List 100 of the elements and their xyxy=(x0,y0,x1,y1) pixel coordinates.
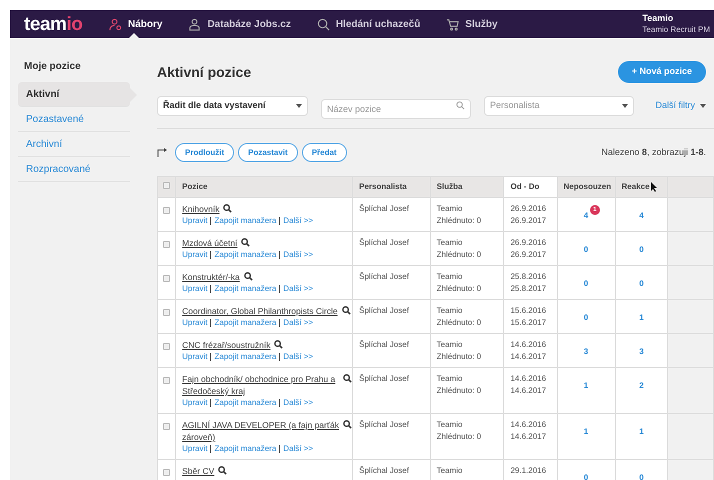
row-action-link[interactable]: Další >> xyxy=(283,283,314,295)
row-action-link[interactable]: Další >> xyxy=(283,215,314,227)
checkbox[interactable] xyxy=(163,469,170,476)
reactions-count[interactable]: 1 xyxy=(639,313,644,322)
row-action-link[interactable]: Upravit xyxy=(182,215,208,227)
more-filters-link[interactable]: Další filtry xyxy=(655,99,706,113)
row-action-link[interactable]: Další >> xyxy=(283,351,314,363)
reactions-count[interactable]: 0 xyxy=(639,279,644,288)
unreviewed-count[interactable]: 0 xyxy=(584,473,588,480)
views-count: Zhlédnuto: 0 xyxy=(436,283,482,295)
unreviewed-count[interactable]: 0 xyxy=(584,313,588,322)
checkbox[interactable] xyxy=(163,241,170,248)
service-name: Teamio xyxy=(436,373,464,385)
recruiter-select[interactable]: Personalista xyxy=(484,96,634,116)
reactions-count[interactable]: 0 xyxy=(639,473,644,480)
position-link[interactable]: Konstruktér/-ka xyxy=(182,271,240,283)
row-action-link[interactable]: Upravit xyxy=(182,351,208,363)
checkbox[interactable] xyxy=(163,182,170,189)
arrow-icon xyxy=(157,148,168,157)
row-action-link[interactable]: Další >> xyxy=(283,397,314,409)
unreviewed-count[interactable]: 0 xyxy=(584,245,588,254)
row-action-link[interactable]: Upravit xyxy=(182,249,208,261)
row-action-link[interactable]: Zapojit manažera xyxy=(214,283,276,295)
user-name: Teamio xyxy=(642,13,674,25)
end-date: 14.6.2017 xyxy=(510,431,548,443)
nav-tab[interactable]: Databáze Jobs.cz xyxy=(188,10,291,38)
cursor-icon xyxy=(650,182,658,192)
row-action-link[interactable]: Upravit xyxy=(182,283,208,295)
unreviewed-count[interactable]: 3 xyxy=(584,347,588,356)
unreviewed-count[interactable]: 4 xyxy=(584,211,588,220)
column-header[interactable]: Personalista xyxy=(352,176,430,198)
column-header[interactable]: Neposouzen xyxy=(557,176,616,198)
start-date: 14.6.2016 xyxy=(510,339,548,351)
position-link[interactable]: Sběr CV xyxy=(182,465,214,477)
row-action-link[interactable]: Další >> xyxy=(283,317,314,329)
position-link[interactable]: AGILNÍ JAVA DEVELOPER (a fajn parťák zároveň) xyxy=(182,419,340,443)
service-name: Teamio xyxy=(436,305,464,317)
row-action-link[interactable]: Upravit xyxy=(182,317,208,329)
checkbox[interactable] xyxy=(163,343,170,350)
column-header[interactable]: Od - Do xyxy=(504,176,558,198)
row-action-link[interactable]: Upravit xyxy=(182,397,208,409)
sidebar-item[interactable]: Aktivní xyxy=(18,82,130,107)
reactions-count[interactable]: 3 xyxy=(639,347,644,356)
sort-select[interactable]: Řadit dle data vystavení xyxy=(157,96,308,116)
position-link[interactable]: Fajn obchodník/ obchodnice pro Prahu a Středočeský kraj xyxy=(182,373,340,397)
search-icon[interactable] xyxy=(241,238,250,247)
action-button[interactable]: Pozastavit xyxy=(238,143,298,162)
sidebar-item[interactable]: Rozpracované xyxy=(18,157,130,182)
name-field[interactable]: Název pozice xyxy=(321,99,471,119)
views-count: Zhlédnuto: 0 xyxy=(436,385,482,397)
new-position-button[interactable]: + Nová pozice xyxy=(618,61,706,83)
position-link[interactable]: Knihovník xyxy=(182,203,220,215)
start-date: 26.9.2016 xyxy=(510,237,548,249)
row-action-link[interactable]: Zapojit manažera xyxy=(214,443,276,455)
search-icon[interactable] xyxy=(218,466,228,475)
row-action-link[interactable]: Další >> xyxy=(283,249,314,261)
column-header[interactable]: Pozice xyxy=(176,176,353,198)
reactions-count[interactable]: 2 xyxy=(639,381,644,390)
unreviewed-count[interactable]: 1 xyxy=(584,427,588,436)
search-icon[interactable] xyxy=(244,272,253,281)
position-link[interactable]: CNC frézař/soustružník xyxy=(182,339,270,351)
reactions-count[interactable]: 1 xyxy=(639,427,644,436)
checkbox[interactable] xyxy=(163,423,170,430)
nav-tab[interactable]: Služby xyxy=(446,10,498,38)
checkbox[interactable] xyxy=(163,377,170,384)
row-action-link[interactable]: Zapojit manažera xyxy=(214,215,276,227)
unreviewed-count[interactable]: 0 xyxy=(584,279,588,288)
row-action-link[interactable]: Zapojit manažera xyxy=(214,249,276,261)
row-action-link[interactable]: Další >> xyxy=(283,443,314,455)
action-button[interactable]: Předat xyxy=(302,143,347,162)
person-icon xyxy=(109,18,122,30)
views-count: Zhlédnuto: 0 xyxy=(436,351,482,363)
cart-icon xyxy=(446,18,460,30)
position-link[interactable]: Coordinator, Global Philanthropists Circle xyxy=(182,305,338,317)
row-action-link[interactable]: Zapojit manažera xyxy=(214,397,276,409)
search-icon[interactable] xyxy=(343,374,352,383)
row-action-link[interactable]: Zapojit manažera xyxy=(214,351,276,363)
reactions-count[interactable]: 4 xyxy=(639,211,644,220)
sidebar-item[interactable]: Archivní xyxy=(18,132,130,157)
search-icon[interactable] xyxy=(274,340,284,349)
column-header[interactable]: Reakce xyxy=(615,176,668,198)
start-date: 25.8.2016 xyxy=(510,271,548,283)
unreviewed-count[interactable]: 1 xyxy=(584,381,588,390)
search-icon[interactable] xyxy=(223,204,232,213)
checkbox[interactable] xyxy=(163,309,170,316)
row-action-link[interactable]: Zapojit manažera xyxy=(214,317,276,329)
search-icon[interactable] xyxy=(342,306,351,315)
checkbox[interactable] xyxy=(163,207,170,214)
action-button[interactable]: Prodloužit xyxy=(175,143,234,162)
checkbox[interactable] xyxy=(163,275,170,282)
reactions-count[interactable]: 0 xyxy=(639,245,644,254)
row-action-link[interactable]: Upravit xyxy=(182,443,208,455)
caret-icon xyxy=(622,104,628,108)
sidebar-item[interactable]: Pozastavené xyxy=(18,107,130,132)
search-icon[interactable] xyxy=(343,420,352,429)
column-header[interactable]: Služba xyxy=(430,176,504,198)
position-link[interactable]: Mzdová účetní xyxy=(182,237,238,249)
logo[interactable]: teamio xyxy=(24,14,109,34)
nav-tab[interactable]: Hledání uchazečů xyxy=(316,10,420,38)
caret-icon xyxy=(296,104,302,108)
